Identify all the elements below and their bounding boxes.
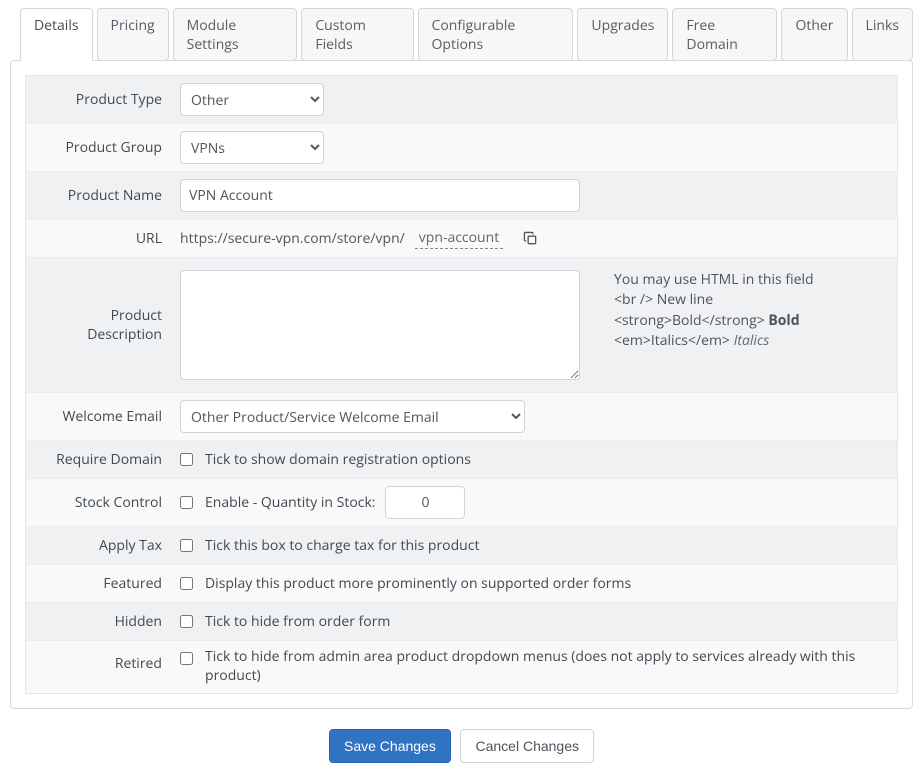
tab-upgrades[interactable]: Upgrades bbox=[577, 8, 668, 61]
row-product-group: Product Group VPNs bbox=[26, 123, 897, 171]
hint-br-text: New line bbox=[653, 290, 713, 309]
row-hidden: Hidden Tick to hide from order form bbox=[26, 602, 897, 640]
retired-text: Tick to hide from admin area product dro… bbox=[205, 648, 889, 686]
label-stock-control: Stock Control bbox=[26, 484, 172, 521]
hint-em-example: Italics bbox=[730, 331, 769, 350]
featured-text: Display this product more prominently on… bbox=[205, 574, 631, 593]
tab-bar: Details Pricing Module Settings Custom F… bbox=[10, 8, 913, 61]
label-require-domain: Require Domain bbox=[26, 441, 172, 478]
save-button[interactable]: Save Changes bbox=[329, 729, 451, 763]
tab-other[interactable]: Other bbox=[781, 8, 847, 61]
stock-control-checkbox[interactable] bbox=[180, 496, 193, 509]
label-hidden: Hidden bbox=[26, 603, 172, 640]
product-group-select[interactable]: VPNs bbox=[180, 131, 324, 164]
row-url: URL https://secure-vpn.com/store/vpn/ vp… bbox=[26, 219, 897, 257]
label-welcome-email: Welcome Email bbox=[26, 398, 172, 435]
hint-line1: You may use HTML in this field bbox=[614, 270, 814, 289]
copy-icon[interactable] bbox=[523, 231, 538, 246]
form-footer: Save Changes Cancel Changes bbox=[10, 729, 913, 763]
label-product-name: Product Name bbox=[26, 177, 172, 214]
hint-em-code: <em>Italics</em> bbox=[614, 331, 730, 350]
row-welcome-email: Welcome Email Other Product/Service Welc… bbox=[26, 392, 897, 440]
product-type-select[interactable]: Other bbox=[180, 83, 324, 116]
tab-module-settings[interactable]: Module Settings bbox=[173, 8, 298, 61]
retired-checkbox[interactable] bbox=[180, 652, 193, 665]
tab-free-domain[interactable]: Free Domain bbox=[672, 8, 777, 61]
row-product-name: Product Name bbox=[26, 171, 897, 219]
row-retired: Retired Tick to hide from admin area pro… bbox=[26, 640, 897, 693]
tab-links[interactable]: Links bbox=[852, 8, 913, 61]
row-product-type: Product Type Other bbox=[26, 76, 897, 123]
label-apply-tax: Apply Tax bbox=[26, 527, 172, 564]
details-form: Product Type Other Product Group VPNs Pr… bbox=[25, 75, 898, 694]
label-featured: Featured bbox=[26, 565, 172, 602]
row-product-description: ProductDescription You may use HTML in t… bbox=[26, 257, 897, 392]
row-stock-control: Stock Control Enable - Quantity in Stock… bbox=[26, 478, 897, 526]
product-name-input[interactable] bbox=[180, 179, 580, 212]
row-featured: Featured Display this product more promi… bbox=[26, 564, 897, 602]
row-require-domain: Require Domain Tick to show domain regis… bbox=[26, 440, 897, 478]
hidden-text: Tick to hide from order form bbox=[205, 612, 390, 631]
details-panel: Product Type Other Product Group VPNs Pr… bbox=[10, 60, 913, 709]
stock-control-text: Enable - Quantity in Stock: bbox=[205, 493, 375, 512]
welcome-email-select[interactable]: Other Product/Service Welcome Email bbox=[180, 400, 525, 433]
apply-tax-checkbox[interactable] bbox=[180, 539, 193, 552]
stock-quantity-input[interactable] bbox=[385, 486, 465, 519]
hint-strong-example: Bold bbox=[765, 311, 800, 330]
url-base-text: https://secure-vpn.com/store/vpn/ bbox=[180, 229, 405, 248]
cancel-button[interactable]: Cancel Changes bbox=[460, 729, 594, 763]
tab-custom-fields[interactable]: Custom Fields bbox=[301, 8, 413, 61]
url-slug[interactable]: vpn-account bbox=[415, 228, 503, 249]
label-product-group: Product Group bbox=[26, 129, 172, 166]
label-product-description-text: ProductDescription bbox=[87, 306, 162, 344]
label-product-description: ProductDescription bbox=[26, 297, 172, 353]
description-hint: You may use HTML in this field <br /> Ne… bbox=[614, 270, 814, 351]
tab-details[interactable]: Details bbox=[20, 8, 93, 61]
label-url: URL bbox=[26, 220, 172, 257]
row-apply-tax: Apply Tax Tick this box to charge tax fo… bbox=[26, 526, 897, 564]
apply-tax-text: Tick this box to charge tax for this pro… bbox=[205, 536, 479, 555]
label-product-type: Product Type bbox=[26, 81, 172, 118]
require-domain-text: Tick to show domain registration options bbox=[205, 450, 471, 469]
hint-br-code: <br /> bbox=[614, 290, 653, 309]
hidden-checkbox[interactable] bbox=[180, 615, 193, 628]
hint-strong-code: <strong>Bold</strong> bbox=[614, 311, 765, 330]
tab-pricing[interactable]: Pricing bbox=[97, 8, 169, 61]
featured-checkbox[interactable] bbox=[180, 577, 193, 590]
require-domain-checkbox[interactable] bbox=[180, 453, 193, 466]
tab-configurable-options[interactable]: Configurable Options bbox=[418, 8, 574, 61]
product-description-textarea[interactable] bbox=[180, 270, 580, 380]
label-retired: Retired bbox=[26, 641, 172, 682]
